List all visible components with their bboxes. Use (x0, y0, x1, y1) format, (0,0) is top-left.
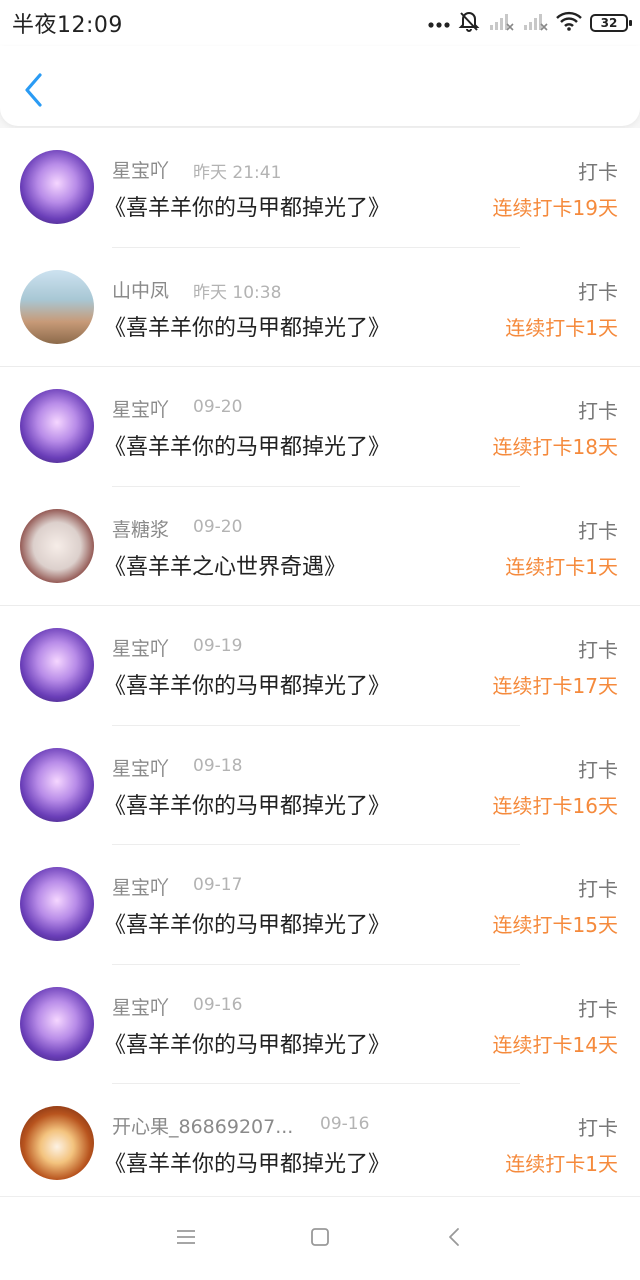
streak-badge: 连续打卡17天 (492, 674, 618, 698)
post-time: 09-17 (193, 875, 243, 895)
more-dots-icon (428, 14, 450, 33)
streak-badge: 连续打卡19天 (492, 196, 618, 220)
avatar[interactable] (20, 747, 94, 822)
book-title: 《喜羊羊你的马甲都掉光了》 (104, 196, 391, 221)
mute-bell-icon (458, 10, 480, 36)
user-name[interactable]: 星宝吖 (112, 993, 169, 1020)
user-name[interactable]: 开心果_86869207... (112, 1112, 293, 1139)
book-title: 《喜羊羊之心世界奇遇》 (104, 554, 347, 580)
avatar[interactable] (20, 269, 94, 344)
checkin-list: 星宝吖 昨天 21:41 《喜羊羊你的马甲都掉光了》 打卡 连续打卡19天 山中凤 昨天 1… (0, 128, 640, 1204)
post-time: 09-18 (193, 755, 243, 776)
streak-badge: 连续打卡16天 (492, 793, 618, 818)
signal-2-icon (522, 11, 548, 35)
list-item[interactable]: 星宝吖 09-19 《喜羊羊你的马甲都掉光了》 打卡连续打卡17天 (0, 606, 640, 726)
avatar[interactable] (20, 867, 94, 941)
post-time: 昨天 10:38 (193, 282, 282, 303)
post-time: 09-19 (193, 636, 243, 656)
streak-badge: 连续打卡1天 (505, 315, 618, 340)
menu-button[interactable] (174, 1227, 198, 1251)
book-title: 《喜羊羊你的马甲都掉光了》 (104, 913, 391, 938)
chevron-left-icon (23, 73, 43, 111)
battery-indicator: 32 (590, 14, 632, 32)
status-icons: 32 (428, 10, 632, 36)
checkin-label[interactable]: 打卡 (578, 754, 618, 783)
status-time: 半夜12:09 (12, 13, 123, 38)
avatar[interactable] (20, 508, 94, 583)
list-item[interactable]: 星宝吖 09-17 《喜羊羊你的马甲都掉光了》 打卡连续打卡15天 (0, 845, 640, 965)
list-item[interactable]: 喜糖浆 09-20 《喜羊羊之心世界奇遇》 打卡连续打卡1天 (0, 486, 640, 606)
streak-badge: 连续打卡14天 (492, 1032, 618, 1057)
avatar[interactable] (20, 150, 94, 224)
post-time: 昨天 21:41 (193, 163, 282, 183)
signal-1-icon (488, 11, 514, 35)
avatar[interactable] (20, 389, 94, 463)
list-item[interactable]: 星宝吖 09-20 《喜羊羊你的马甲都掉光了》 打卡连续打卡18天 (0, 367, 640, 487)
user-name[interactable]: 星宝吖 (112, 634, 169, 661)
checkin-label[interactable]: 打卡 (578, 634, 618, 663)
list-item[interactable]: 山中凤 昨天 10:38 《喜羊羊你的马甲都掉光了》 打卡连续打卡1天 (0, 247, 640, 367)
user-name[interactable]: 星宝吖 (112, 156, 169, 183)
list-item[interactable]: 星宝吖 昨天 21:41 《喜羊羊你的马甲都掉光了》 打卡连续打卡19天 (0, 128, 640, 248)
post-time: 09-20 (193, 516, 243, 537)
checkin-label[interactable]: 打卡 (578, 276, 618, 305)
back-triangle-icon (447, 1226, 461, 1252)
book-title: 《喜羊羊你的马甲都掉光了》 (104, 315, 391, 341)
header (0, 46, 640, 126)
streak-badge: 连续打卡15天 (492, 913, 618, 937)
user-name[interactable]: 星宝吖 (112, 395, 169, 422)
home-square-icon (309, 1226, 331, 1252)
avatar[interactable] (20, 1106, 94, 1180)
streak-badge: 连续打卡1天 (505, 1152, 618, 1176)
avatar[interactable] (20, 986, 94, 1061)
list-item[interactable]: 星宝吖 09-16 《喜羊羊你的马甲都掉光了》 打卡连续打卡14天 (0, 964, 640, 1084)
list-item[interactable]: 开心果_86869207... 09-16 《喜羊羊你的马甲都掉光了》 打卡连续打卡1… (0, 1084, 640, 1204)
status-bar: 半夜12:09 32 (0, 0, 640, 46)
checkin-label[interactable]: 打卡 (578, 1112, 618, 1141)
book-title: 《喜羊羊你的马甲都掉光了》 (104, 1032, 391, 1058)
checkin-label[interactable]: 打卡 (578, 515, 618, 544)
streak-badge: 连续打卡1天 (505, 554, 618, 579)
nav-back-button[interactable] (442, 1227, 466, 1251)
avatar[interactable] (20, 628, 94, 702)
checkin-label[interactable]: 打卡 (578, 873, 618, 902)
checkin-label[interactable]: 打卡 (578, 993, 618, 1022)
home-button[interactable] (308, 1227, 332, 1251)
app-screen: 半夜12:09 32 星宝吖 昨天 21:41 《喜羊羊你的马甲都掉光了》 打卡… (0, 0, 640, 1280)
wifi-icon (556, 11, 582, 35)
post-time: 09-20 (193, 397, 243, 417)
user-name[interactable]: 星宝吖 (112, 873, 169, 900)
system-nav-bar (0, 1196, 640, 1280)
user-name[interactable]: 星宝吖 (112, 754, 169, 781)
list-item[interactable]: 星宝吖 09-18 《喜羊羊你的马甲都掉光了》 打卡连续打卡16天 (0, 725, 640, 845)
post-time: 09-16 (193, 994, 243, 1015)
book-title: 《喜羊羊你的马甲都掉光了》 (104, 1152, 391, 1177)
book-title: 《喜羊羊你的马甲都掉光了》 (104, 435, 391, 460)
book-title: 《喜羊羊你的马甲都掉光了》 (104, 674, 391, 699)
post-time: 09-16 (320, 1114, 370, 1134)
menu-icon (175, 1228, 197, 1250)
streak-badge: 连续打卡18天 (492, 435, 618, 459)
checkin-label[interactable]: 打卡 (578, 156, 618, 185)
user-name[interactable]: 山中凤 (112, 276, 169, 303)
user-name[interactable]: 喜糖浆 (112, 515, 169, 542)
back-button[interactable] (18, 72, 48, 112)
checkin-label[interactable]: 打卡 (578, 395, 618, 424)
book-title: 《喜羊羊你的马甲都掉光了》 (104, 793, 391, 819)
